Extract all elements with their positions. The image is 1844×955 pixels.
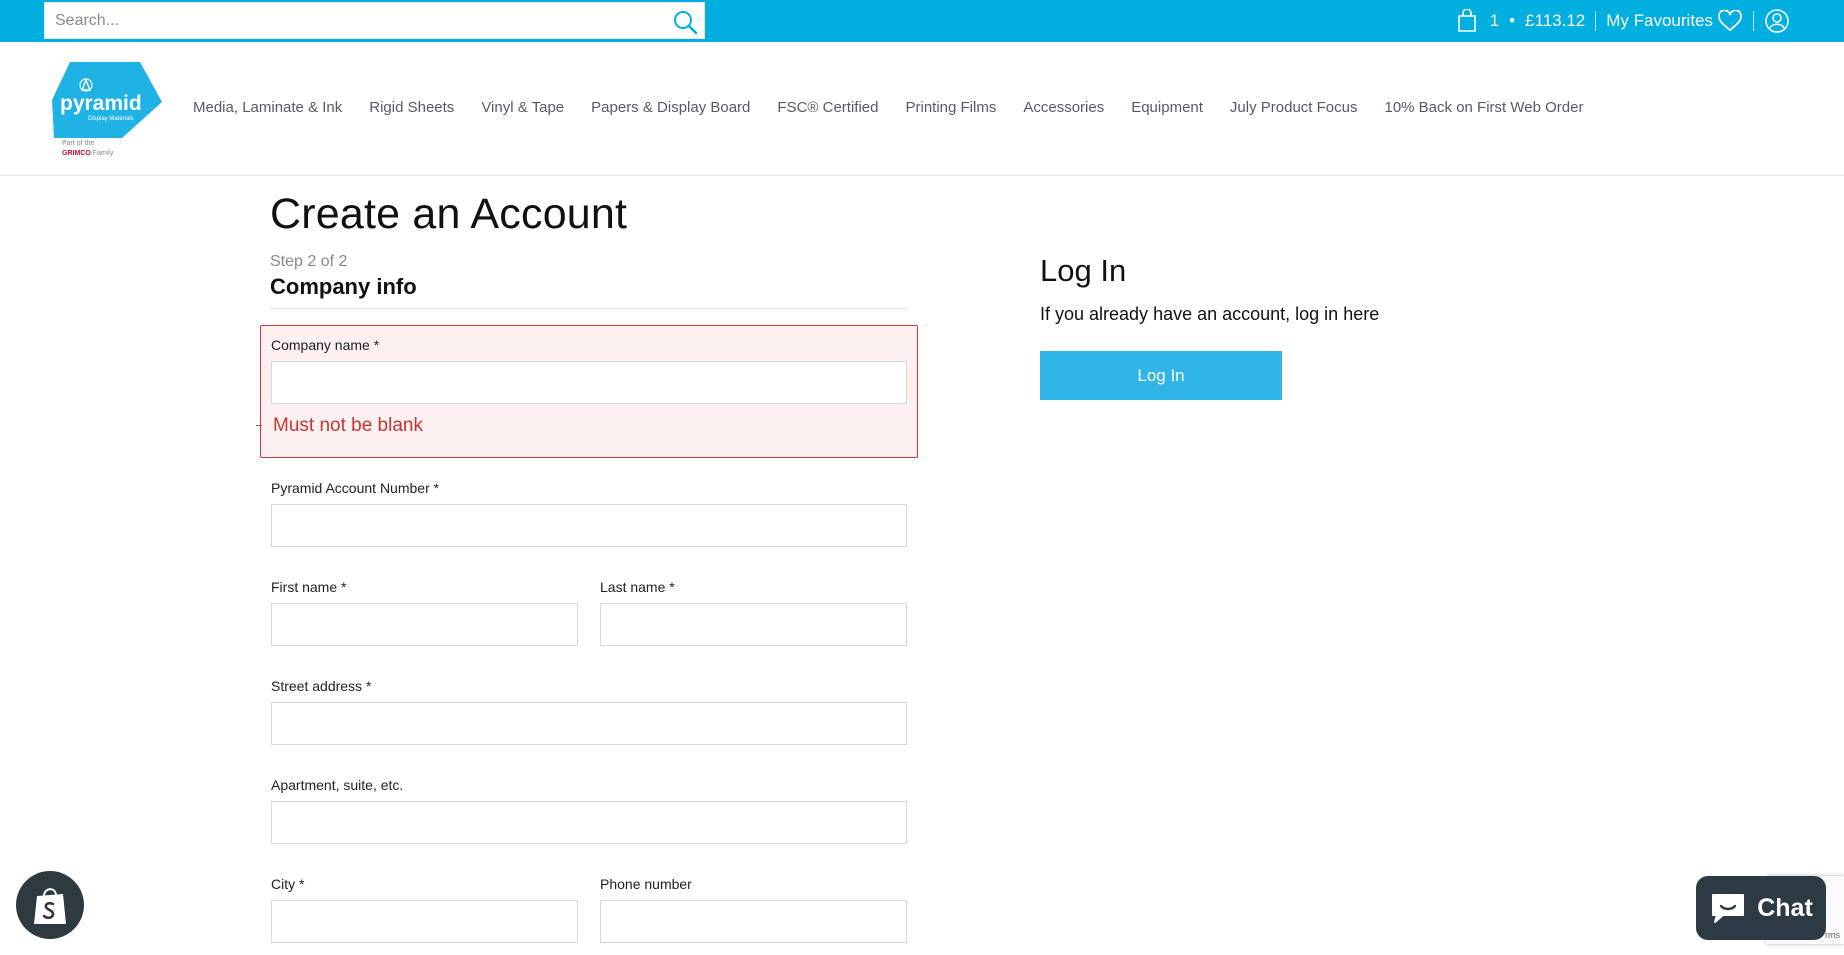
- nav-item-vinyl-tape[interactable]: Vinyl & Tape: [481, 99, 564, 116]
- logo-tag-brand: GRIMCO: [62, 150, 91, 157]
- section-divider: [270, 308, 908, 309]
- nav-item-10-back[interactable]: 10% Back on First Web Order: [1384, 99, 1583, 116]
- company-name-field: [271, 361, 907, 404]
- logo-tagline: Part of the GRIMCO Family: [62, 139, 113, 159]
- shopify-bag-icon: [34, 888, 66, 924]
- first-name-label: First name *: [271, 579, 347, 595]
- company-name-error: Must not be blank: [273, 415, 423, 436]
- account-number-label: Pyramid Account Number *: [271, 480, 440, 496]
- nav-item-july-focus[interactable]: July Product Focus: [1230, 99, 1358, 116]
- last-name-label: Last name *: [600, 579, 675, 595]
- header-utilities: 1 • £113.12 My Favourites: [1456, 0, 1790, 42]
- street-address-label: Street address *: [271, 678, 372, 694]
- nav-item-rigid-sheets[interactable]: Rigid Sheets: [369, 99, 454, 116]
- site-header: pyramid Display Materials Part of the GR…: [0, 42, 1844, 176]
- nav-item-media[interactable]: Media, Laminate & Ink: [193, 99, 342, 116]
- page-title: Create an Account: [270, 190, 628, 238]
- step-indicator: Step 2 of 2: [270, 253, 348, 270]
- logo-tag-suffix: Family: [92, 150, 114, 157]
- cart-link[interactable]: 1 • £113.12: [1456, 9, 1586, 33]
- cart-separator: •: [1509, 11, 1516, 30]
- shopify-badge[interactable]: [16, 871, 84, 939]
- street-address-input[interactable]: [272, 703, 906, 744]
- account-number-field: [271, 504, 907, 547]
- favourites-link[interactable]: My Favourites: [1606, 10, 1743, 32]
- logo-tag-prefix: Part of the: [62, 140, 95, 147]
- nav-item-printing-films[interactable]: Printing Films: [905, 99, 996, 116]
- account-number-input[interactable]: [272, 505, 906, 546]
- logo[interactable]: pyramid Display Materials Part of the GR…: [0, 42, 170, 176]
- logo-subtitle: Display Materials: [88, 116, 134, 122]
- city-input[interactable]: [272, 901, 577, 942]
- nav-item-papers[interactable]: Papers & Display Board: [591, 99, 750, 116]
- chat-label: Chat: [1757, 893, 1813, 922]
- company-name-label: Company name *: [271, 337, 380, 353]
- nav-item-accessories[interactable]: Accessories: [1023, 99, 1104, 116]
- top-bar: 1 • £113.12 My Favourites: [0, 0, 1844, 42]
- apartment-label: Apartment, suite, etc.: [271, 777, 404, 793]
- first-name-input[interactable]: [272, 604, 577, 645]
- street-address-field: [271, 702, 907, 745]
- search-box: [44, 2, 705, 39]
- phone-input[interactable]: [601, 901, 906, 942]
- error-marker: [256, 425, 262, 426]
- nav-item-equipment[interactable]: Equipment: [1131, 99, 1203, 116]
- recaptcha-terms: rms: [1825, 930, 1840, 940]
- main-nav: Media, Laminate & Ink Rigid Sheets Vinyl…: [193, 99, 1610, 116]
- company-name-input[interactable]: [272, 362, 906, 403]
- shopping-bag-icon: [1457, 9, 1476, 32]
- apartment-field: [271, 801, 907, 844]
- section-title: Company info: [270, 274, 417, 299]
- account-icon[interactable]: [1764, 8, 1790, 34]
- city-label: City *: [271, 876, 305, 892]
- favourites-label: My Favourites: [1606, 11, 1713, 30]
- login-text: If you already have an account, log in h…: [1040, 304, 1380, 324]
- heart-icon: [1718, 10, 1742, 32]
- phone-field: [600, 900, 907, 943]
- city-field: [271, 900, 578, 943]
- cart-total: £113.12: [1525, 11, 1586, 30]
- phone-label: Phone number: [600, 876, 692, 892]
- last-name-input[interactable]: [601, 604, 906, 645]
- search-input[interactable]: [55, 3, 655, 38]
- last-name-field: [600, 603, 907, 646]
- nav-item-fsc[interactable]: FSC® Certified: [777, 99, 878, 116]
- divider: [1753, 11, 1754, 31]
- chat-button[interactable]: Chat: [1696, 876, 1826, 940]
- login-title: Log In: [1040, 253, 1127, 288]
- chat-bubble-icon: [1712, 894, 1745, 923]
- apartment-input[interactable]: [272, 802, 906, 843]
- cart-count: 1: [1489, 11, 1500, 30]
- divider: [1595, 11, 1597, 31]
- search-icon[interactable]: [672, 9, 698, 35]
- first-name-field: [271, 603, 578, 646]
- logo-name: pyramid: [60, 92, 142, 115]
- login-button[interactable]: Log In: [1040, 351, 1282, 400]
